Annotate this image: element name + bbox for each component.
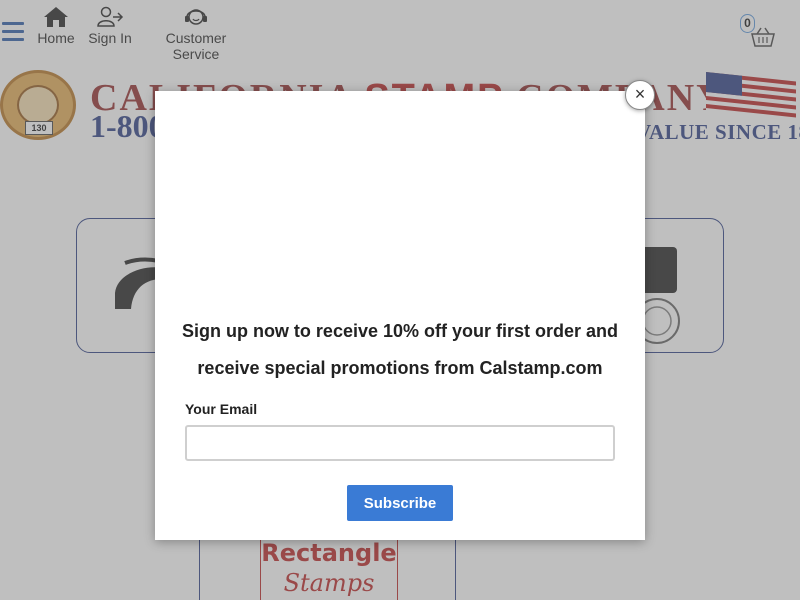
subscribe-button[interactable]: Subscribe	[347, 485, 453, 521]
modal-headline-line1: Sign up now to receive 10% off your firs…	[181, 321, 619, 341]
email-label: Your Email	[185, 401, 258, 417]
newsletter-signup-modal: Sign up now to receive 10% off your firs…	[155, 91, 645, 540]
close-icon[interactable]: ×	[625, 80, 655, 110]
modal-headline-line2: receive special promotions from Calstamp…	[197, 358, 603, 378]
modal-headline: Sign up now to receive 10% off your firs…	[155, 313, 645, 387]
email-input[interactable]	[185, 425, 615, 461]
